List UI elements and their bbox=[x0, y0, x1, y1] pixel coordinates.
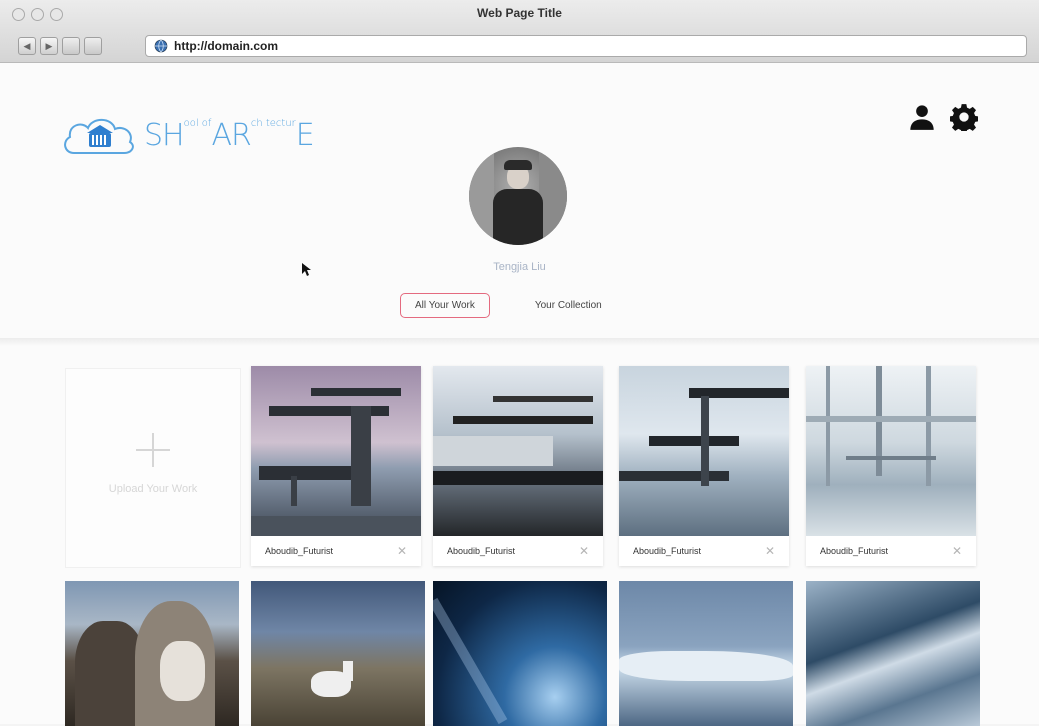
work-title: Aboudib_Futurist bbox=[633, 546, 702, 556]
work-card-footer: Aboudib_Futurist ✕ bbox=[806, 536, 976, 566]
bookmarks-button[interactable] bbox=[62, 37, 80, 55]
url-text: http://domain.com bbox=[174, 39, 278, 53]
forward-button[interactable]: ▶ bbox=[40, 37, 58, 55]
work-card-footer: Aboudib_Futurist ✕ bbox=[619, 536, 789, 566]
work-title: Aboudib_Futurist bbox=[820, 546, 889, 556]
avatar-body bbox=[493, 189, 543, 245]
photo-tile-horses[interactable] bbox=[65, 581, 239, 726]
work-thumbnail bbox=[251, 366, 421, 536]
work-thumbnail bbox=[433, 366, 603, 536]
gear-icon[interactable] bbox=[950, 103, 978, 131]
remove-work-icon[interactable]: ✕ bbox=[579, 544, 589, 558]
work-title: Aboudib_Futurist bbox=[447, 546, 516, 556]
address-bar[interactable]: http://domain.com bbox=[145, 35, 1027, 57]
work-card[interactable]: Aboudib_Futurist ✕ bbox=[619, 366, 789, 566]
work-card[interactable]: Aboudib_Futurist ✕ bbox=[433, 366, 603, 566]
work-tabs: All Your Work Your Collection bbox=[400, 293, 616, 318]
browser-chrome: Web Page Title ◀ ▶ http://domain.com bbox=[0, 0, 1039, 63]
back-arrow-icon: ◀ bbox=[23, 40, 31, 51]
logo-part-e: E bbox=[295, 117, 315, 153]
photo-tile-ice-wave[interactable] bbox=[433, 581, 607, 726]
tab-all-your-work[interactable]: All Your Work bbox=[400, 293, 490, 318]
page-content: SHool ofARch tecturE Tengjia Liu All You… bbox=[0, 63, 1039, 726]
work-card[interactable]: Aboudib_Futurist ✕ bbox=[251, 366, 421, 566]
logo-part-chtectur: ch tectur bbox=[250, 117, 296, 129]
work-title: Aboudib_Futurist bbox=[265, 546, 334, 556]
avatar-cap bbox=[504, 160, 532, 170]
cloud-museum-icon bbox=[64, 118, 134, 154]
upload-tile[interactable]: Upload Your Work bbox=[65, 368, 241, 568]
avatar-bg-right bbox=[539, 147, 567, 245]
avatar-bg-left bbox=[469, 147, 494, 245]
remove-work-icon[interactable]: ✕ bbox=[952, 544, 962, 558]
plus-icon bbox=[136, 433, 170, 467]
window-title: Web Page Title bbox=[477, 6, 562, 20]
remove-work-icon[interactable]: ✕ bbox=[397, 544, 407, 558]
remove-work-icon[interactable]: ✕ bbox=[765, 544, 775, 558]
logo-part-ar: AR bbox=[211, 117, 251, 153]
user-icon[interactable] bbox=[908, 103, 936, 131]
profile-name: Tengjia Liu bbox=[493, 261, 546, 273]
logo-wordmark: SHool ofARch tecturE bbox=[144, 117, 315, 153]
site-logo[interactable]: SHool ofARch tecturE bbox=[60, 113, 315, 157]
photo-tile-white-horse[interactable] bbox=[251, 581, 425, 726]
photo-tile-ice-surface[interactable] bbox=[806, 581, 980, 726]
logo-part-ool-of: ool of bbox=[183, 117, 212, 129]
work-card-footer: Aboudib_Futurist ✕ bbox=[251, 536, 421, 566]
tab-your-collection[interactable]: Your Collection bbox=[521, 294, 616, 317]
work-card[interactable]: Aboudib_Futurist ✕ bbox=[806, 366, 976, 566]
cursor-icon bbox=[302, 263, 311, 276]
back-button[interactable]: ◀ bbox=[18, 37, 36, 55]
nav-buttons: ◀ ▶ bbox=[18, 37, 102, 55]
work-card-footer: Aboudib_Futurist ✕ bbox=[433, 536, 603, 566]
upload-label: Upload Your Work bbox=[108, 483, 198, 495]
logo-part-sh: SH bbox=[144, 117, 185, 153]
work-thumbnail bbox=[806, 366, 976, 536]
forward-arrow-icon: ▶ bbox=[45, 40, 53, 51]
tabs-button[interactable] bbox=[84, 37, 102, 55]
photo-tile-glacier[interactable] bbox=[619, 581, 793, 726]
globe-icon bbox=[154, 39, 168, 53]
section-divider bbox=[0, 338, 1039, 346]
avatar[interactable] bbox=[469, 147, 567, 245]
header-actions bbox=[908, 103, 978, 131]
work-thumbnail bbox=[619, 366, 789, 536]
